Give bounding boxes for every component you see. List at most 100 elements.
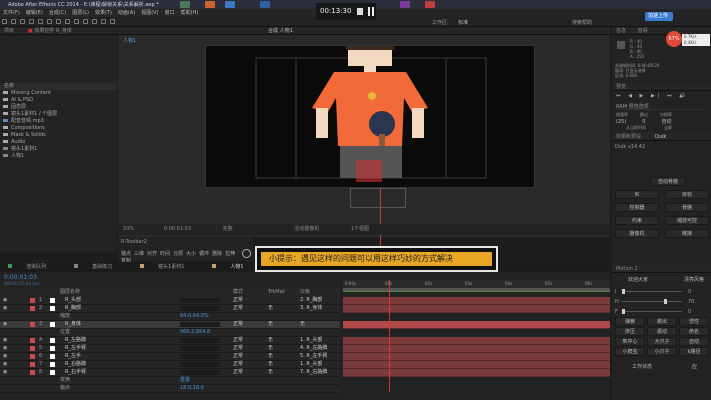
menu-item[interactable]: 效果(T): [95, 10, 112, 16]
from-current-checkbox[interactable]: 从当前时间: [626, 125, 646, 130]
motion-preset2[interactable]: 漂亮风格: [684, 276, 704, 283]
tab-timeline[interactable]: 镜头1素材1: [136, 264, 194, 270]
toolbar2-button[interactable]: 时间: [160, 250, 170, 257]
trkmat-select[interactable]: 无: [268, 305, 273, 312]
parent-select[interactable]: 无: [300, 321, 305, 328]
toolbar2-button[interactable]: 大小: [186, 250, 196, 257]
trkmat-select[interactable]: 无: [268, 321, 273, 328]
fullscreen-checkbox[interactable]: 全屏: [664, 125, 672, 130]
motion-button[interactable]: 大爪子: [647, 337, 677, 346]
blend-mode-select[interactable]: 正常: [233, 337, 243, 344]
toolbar2-button[interactable]: 锚点: [121, 250, 131, 257]
search-help[interactable]: 搜索帮助: [572, 19, 592, 26]
layer-name[interactable]: R_左手臂: [65, 345, 86, 352]
layer-switches[interactable]: [180, 370, 220, 375]
duik-button[interactable]: 控制器: [615, 203, 659, 212]
menu-item[interactable]: 合成(C): [49, 10, 66, 16]
project-item[interactable]: 人物1: [0, 153, 112, 160]
visibility-eye-icon[interactable]: ◉: [3, 369, 7, 376]
property-value[interactable]: 18.0,18.0: [180, 385, 204, 392]
slider-value[interactable]: 70: [688, 299, 694, 305]
menu-item[interactable]: 动画(A): [118, 10, 135, 16]
layer-row[interactable]: ◉ 6 R_左手 正常 无 5. R_左手臂: [0, 353, 340, 361]
duik-button[interactable]: 链接: [665, 229, 709, 238]
motion-button[interactable]: k路径: [679, 347, 709, 356]
layer-duration-bar[interactable]: [343, 321, 610, 329]
puppet-tool-icon[interactable]: [110, 19, 115, 24]
blend-mode-select[interactable]: 正常: [233, 321, 243, 328]
column-layer-name[interactable]: 图层名称: [60, 288, 80, 296]
slider-track[interactable]: [622, 291, 682, 292]
slider-value[interactable]: 0: [688, 309, 691, 315]
selection-tool-icon[interactable]: [2, 19, 7, 24]
menu-item[interactable]: 编辑(E): [26, 10, 43, 16]
property-value[interactable]: 966.2,864.8: [180, 329, 210, 336]
label-color[interactable]: [30, 306, 35, 311]
tab-timeline[interactable]: 基础练习: [70, 264, 122, 270]
toolbar2-button[interactable]: 循环: [199, 250, 209, 257]
visibility-eye-icon[interactable]: ◉: [3, 321, 7, 328]
duik-button[interactable]: 自动骨骼: [650, 177, 686, 186]
composition-canvas[interactable]: [205, 44, 535, 188]
label-color[interactable]: [30, 346, 35, 351]
tab-info[interactable]: 信息: [616, 28, 626, 34]
trkmat-select[interactable]: 无: [268, 337, 273, 344]
label-color[interactable]: [30, 354, 35, 359]
zoom-tool-icon[interactable]: [20, 19, 25, 24]
slider-handle[interactable]: [622, 289, 625, 294]
motion-button[interactable]: 弹簧: [615, 317, 645, 326]
tab-preview[interactable]: 预览: [616, 84, 626, 90]
work-area-bar[interactable]: [343, 288, 610, 292]
visibility-eye-icon[interactable]: ◉: [3, 305, 7, 312]
toolbar2-button[interactable]: 删除: [212, 250, 222, 257]
tab-duik[interactable]: Duik: [655, 134, 666, 140]
visibility-eye-icon[interactable]: ◉: [3, 353, 7, 360]
parent-select[interactable]: 5. R_左手臂: [300, 353, 327, 360]
slider-handle[interactable]: [622, 309, 625, 314]
duik-button[interactable]: IK: [615, 190, 659, 199]
upload-badge[interactable]: 加速上传: [645, 12, 673, 21]
time-ruler[interactable]: 0:00s01s02s03s04s05s06s: [343, 280, 610, 288]
menu-item[interactable]: 文件(F): [3, 10, 20, 16]
blend-mode-select[interactable]: 正常: [233, 361, 243, 368]
motion-button[interactable]: 自动: [679, 337, 709, 346]
property-row[interactable]: 变换 重置: [0, 377, 340, 385]
slider-track[interactable]: [622, 311, 682, 312]
trkmat-select[interactable]: 无: [268, 369, 273, 376]
layer-name[interactable]: R_左手: [65, 353, 81, 360]
column-parent[interactable]: 父级: [300, 288, 310, 296]
hand-tool-icon[interactable]: [11, 19, 16, 24]
layer-name[interactable]: R_左胳膊: [65, 337, 86, 344]
workspace-select[interactable]: 标准: [458, 19, 468, 26]
trkmat-select[interactable]: 无: [268, 353, 273, 360]
tab-effects-presets[interactable]: 效果和预设: [616, 134, 641, 140]
motion-button[interactable]: 小爪子: [647, 347, 677, 356]
parent-select[interactable]: 2. R_胸部: [300, 297, 322, 304]
layer-row[interactable]: ◉ 1 R_头部 正常 2. R_胸部: [0, 297, 340, 305]
visibility-eye-icon[interactable]: ◉: [3, 345, 7, 352]
pen-tool-icon[interactable]: [65, 19, 70, 24]
stamp-tool-icon[interactable]: [92, 19, 97, 24]
layer-row[interactable]: ◉ 4 R_左胳膊 正常 无 1. R_头部: [0, 337, 340, 345]
tab-project[interactable]: 项目: [4, 28, 14, 34]
parent-select[interactable]: 7. R_右胳膊: [300, 369, 327, 376]
column-trkmat[interactable]: TrkMat: [268, 288, 285, 296]
pause-icon[interactable]: [368, 7, 370, 16]
work-state-select[interactable]: 工作状态: [632, 363, 652, 370]
menu-item[interactable]: 图层(L): [72, 10, 89, 16]
layer-name[interactable]: R_胸部: [65, 305, 81, 312]
ram-preview-select[interactable]: RAM 预览选项: [616, 103, 704, 110]
layer-duration-bar[interactable]: [343, 345, 610, 353]
slider-track[interactable]: [622, 301, 682, 302]
camera-tool-icon[interactable]: [38, 19, 43, 24]
layer-switches[interactable]: [180, 298, 220, 303]
preview-transport[interactable]: ⏮ ◀ ▶ ▶| ⏭ 🔊: [616, 93, 688, 99]
tab-timeline[interactable]: 渲染队列: [4, 264, 56, 270]
layer-duration-bar[interactable]: [343, 369, 610, 377]
menu-item[interactable]: 帮助(H): [181, 10, 199, 16]
toolbar2-button[interactable]: 分层: [173, 250, 183, 257]
visibility-eye-icon[interactable]: ◉: [3, 361, 7, 368]
layer-name[interactable]: R_身体: [65, 321, 81, 328]
project-item[interactable]: 配音音频.mp3: [0, 118, 112, 125]
blend-mode-select[interactable]: 正常: [233, 353, 243, 360]
